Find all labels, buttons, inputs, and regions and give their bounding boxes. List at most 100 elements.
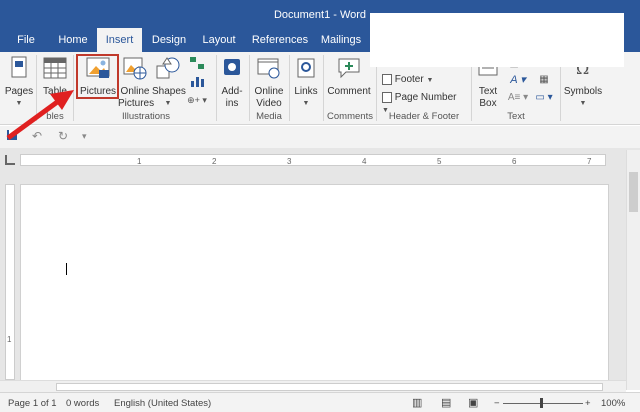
group-text-label: Text: [507, 111, 525, 122]
ruler-number: 6: [512, 157, 517, 166]
zoom-in-button[interactable]: +: [585, 398, 591, 409]
horizontal-scrollbar[interactable]: [0, 380, 626, 392]
shapes-label: Shapes: [152, 86, 186, 97]
shapes-icon: [156, 57, 180, 79]
page-count[interactable]: Page 1 of 1: [8, 398, 57, 409]
object-icon: ▭ ▾: [535, 92, 553, 103]
print-layout-icon[interactable]: ▤: [441, 396, 451, 409]
read-mode-icon[interactable]: ▥: [412, 396, 422, 409]
redaction-box: [370, 13, 624, 67]
ruler-number: 2: [212, 157, 217, 166]
links-button[interactable]: Links ▼: [291, 56, 321, 110]
group-tables-label: bles: [46, 111, 64, 122]
addins-button[interactable]: Add- ins: [218, 56, 246, 110]
ruler-number: 1: [137, 157, 142, 166]
online-video-button[interactable]: Online Video: [252, 56, 286, 110]
zoom-level[interactable]: 100%: [601, 398, 625, 409]
ruler-bar: 1 2 3 4 5 6 7: [0, 148, 640, 170]
online-video-icon: [257, 58, 280, 79]
vertical-scrollbar[interactable]: [626, 150, 640, 390]
online-pictures-icon: [123, 57, 147, 80]
online-pictures-button[interactable]: Online Pictures: [118, 56, 155, 110]
footer-caret-icon: ▼: [426, 77, 434, 85]
pages-label: Pages: [4, 86, 34, 97]
language[interactable]: English (United States): [114, 398, 211, 409]
page-number-label: Page Number: [394, 92, 457, 104]
table-icon: [43, 57, 67, 79]
footer-button[interactable]: Footer ▼: [382, 74, 458, 87]
tab-layout[interactable]: Layout: [198, 28, 240, 52]
drop-cap-icon: A≡ ▾: [507, 92, 529, 103]
comment-button[interactable]: Comment: [326, 56, 372, 98]
screenshot-icon: ⊕+ ▾: [187, 95, 207, 105]
vertical-ruler[interactable]: 1: [5, 184, 15, 380]
wordart-icon: A ▾: [510, 74, 526, 86]
status-bar: Page 1 of 1 0 words English (United Stat…: [0, 392, 640, 412]
addins-label-2: ins: [225, 98, 239, 109]
online-video-label-2: Video: [256, 98, 282, 109]
word-count[interactable]: 0 words: [66, 398, 99, 409]
date-time-icon: ▦: [539, 74, 549, 85]
pages-icon: [11, 56, 27, 78]
vruler-number: 1: [7, 335, 12, 344]
horizontal-scroll-thumb[interactable]: [56, 383, 603, 391]
date-time-button[interactable]: ▦: [532, 74, 556, 86]
text-box-label-1: Text: [478, 86, 498, 97]
footer-label: Footer: [394, 74, 424, 86]
group-illustrations-label: Illustrations: [121, 111, 171, 122]
tab-home[interactable]: Home: [54, 28, 92, 52]
comment-icon: [338, 58, 360, 79]
online-pictures-label-2: Pictures: [118, 98, 155, 109]
smartart-button[interactable]: [186, 56, 208, 74]
redo-icon[interactable]: ↻: [58, 129, 68, 143]
links-label: Links: [294, 86, 318, 97]
text-box-label-2: Box: [479, 98, 497, 109]
tab-design[interactable]: Design: [148, 28, 190, 52]
horizontal-ruler[interactable]: 1 2 3 4 5 6 7: [20, 154, 606, 166]
group-comments-label: Comments: [327, 111, 373, 122]
drop-cap-button[interactable]: A≡ ▾: [506, 92, 530, 104]
tab-insert[interactable]: Insert: [97, 28, 142, 52]
zoom-out-button[interactable]: −: [494, 398, 500, 409]
customize-qat-icon[interactable]: ▾: [82, 131, 87, 142]
online-video-label-1: Online: [254, 86, 284, 97]
ruler-number: 3: [287, 157, 292, 166]
footer-icon: [382, 74, 392, 85]
quick-access-toolbar: ↶ ↻ ▾: [0, 126, 640, 148]
shapes-button[interactable]: Shapes ▼: [152, 56, 186, 110]
undo-icon[interactable]: ↶: [32, 129, 42, 143]
ruler-number: 4: [362, 157, 367, 166]
wordart-button[interactable]: A ▾: [506, 74, 530, 87]
document-page[interactable]: [20, 184, 609, 384]
text-cursor: [66, 263, 67, 275]
addins-label-1: Add-: [221, 86, 243, 97]
document-area: 1: [0, 170, 626, 384]
pictures-icon: [86, 57, 110, 78]
symbols-label: Symbols: [563, 86, 603, 97]
symbols-caret-icon: ▼: [579, 100, 587, 107]
web-layout-icon[interactable]: ▣: [468, 396, 478, 409]
online-pictures-label-1: Online: [120, 86, 150, 97]
save-icon[interactable]: [6, 129, 18, 144]
zoom-slider-thumb[interactable]: [540, 398, 543, 408]
pictures-button[interactable]: Pictures: [78, 56, 118, 98]
object-button[interactable]: ▭ ▾: [532, 92, 556, 104]
zoom-slider[interactable]: [503, 403, 583, 404]
chart-button[interactable]: [186, 74, 208, 92]
smartart-icon: [190, 57, 204, 69]
pages-button[interactable]: Pages ▼: [4, 56, 34, 110]
table-button[interactable]: Table: [40, 56, 70, 98]
chart-icon: [191, 77, 204, 87]
pictures-label: Pictures: [79, 86, 117, 97]
screenshot-button[interactable]: ⊕+ ▾: [184, 94, 210, 107]
tab-file[interactable]: File: [8, 28, 44, 52]
comment-label: Comment: [327, 86, 371, 97]
addins-icon: [224, 59, 240, 75]
tab-mailings[interactable]: Mailings: [318, 28, 364, 52]
ruler-number: 7: [587, 157, 592, 166]
links-icon: [297, 58, 315, 78]
vertical-scroll-thumb[interactable]: [629, 172, 638, 212]
tab-references[interactable]: References: [250, 28, 310, 52]
tab-selector-icon[interactable]: [5, 155, 15, 165]
links-caret-icon: ▼: [302, 100, 310, 107]
